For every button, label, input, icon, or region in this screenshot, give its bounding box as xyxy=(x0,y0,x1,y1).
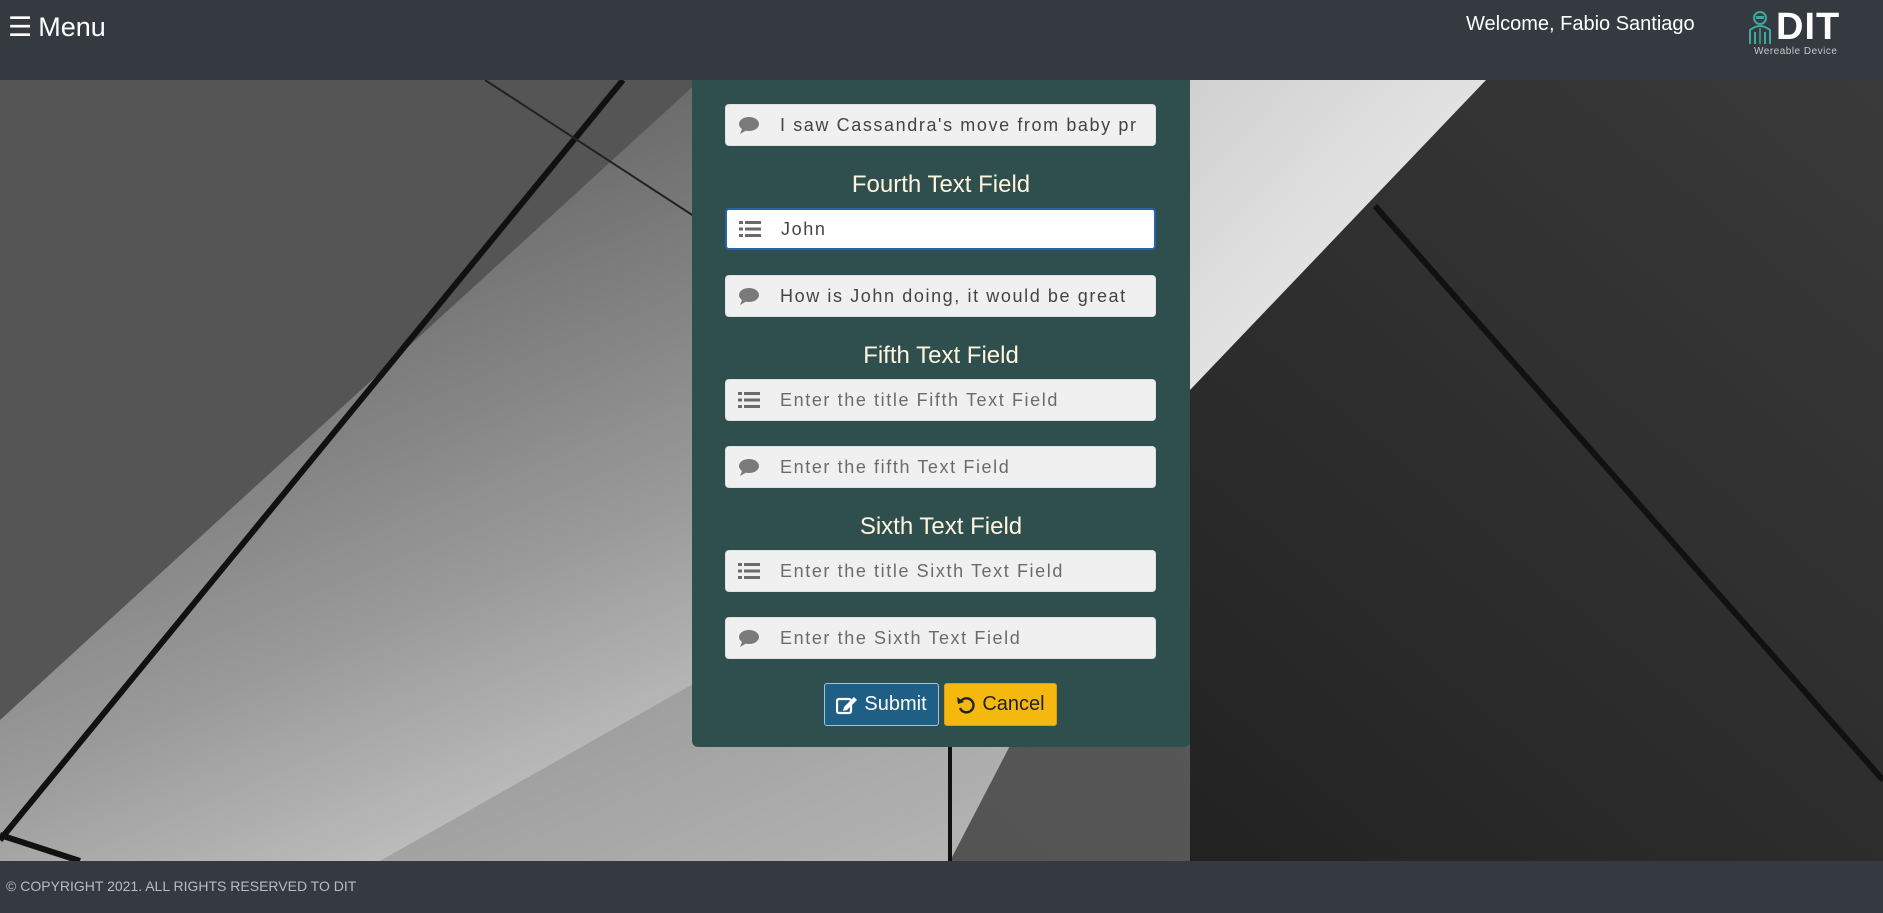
submit-label: Submit xyxy=(864,693,927,715)
cancel-label: Cancel xyxy=(982,693,1045,715)
cancel-button[interactable]: Cancel xyxy=(944,683,1057,726)
list-icon xyxy=(726,380,772,420)
fourth-message-input[interactable] xyxy=(772,276,1155,316)
sixth-title-input[interactable] xyxy=(772,551,1155,591)
menu-toggle-button[interactable]: ☰ Menu xyxy=(8,12,106,43)
hamburger-icon: ☰ xyxy=(8,12,33,42)
list-icon xyxy=(727,210,773,248)
fourth-title-field[interactable] xyxy=(725,208,1156,250)
fifth-message-field[interactable] xyxy=(725,446,1156,488)
fourth-section-title: Fourth Text Field xyxy=(851,171,1031,198)
fifth-message-input[interactable] xyxy=(772,447,1155,487)
logo-text: DIT xyxy=(1776,6,1841,48)
welcome-message: Welcome, Fabio Santiago xyxy=(1466,13,1695,35)
third-message-input[interactable] xyxy=(772,105,1155,145)
edit-icon xyxy=(836,696,858,714)
menu-label: Menu xyxy=(38,12,106,42)
sixth-message-input[interactable] xyxy=(772,618,1155,658)
list-icon xyxy=(726,551,772,591)
comment-icon xyxy=(726,618,772,658)
copyright-text: © COPYRIGHT 2021. ALL RIGHTS RESERVED TO… xyxy=(6,878,357,894)
fifth-title-input[interactable] xyxy=(772,380,1155,420)
top-navbar: ☰ Menu Welcome, Fabio Santiago DIT Werea… xyxy=(0,0,1883,80)
fourth-message-field[interactable] xyxy=(725,275,1156,317)
sixth-section-title: Sixth Text Field xyxy=(859,513,1023,540)
comment-icon xyxy=(726,105,772,145)
footer: © COPYRIGHT 2021. ALL RIGHTS RESERVED TO… xyxy=(0,861,1883,913)
third-message-field[interactable] xyxy=(725,104,1156,146)
brand-logo[interactable]: DIT Wereable Device xyxy=(1746,6,1856,60)
fourth-title-input[interactable] xyxy=(773,210,1154,248)
fifth-title-field[interactable] xyxy=(725,379,1156,421)
sixth-message-field[interactable] xyxy=(725,617,1156,659)
submit-button[interactable]: Submit xyxy=(824,683,939,726)
sixth-title-field[interactable] xyxy=(725,550,1156,592)
comment-icon xyxy=(726,447,772,487)
comment-icon xyxy=(726,276,772,316)
text-fields-form: Fourth Text Field Fifth Text Field Sixth… xyxy=(692,80,1190,747)
fifth-section-title: Fifth Text Field xyxy=(863,342,1019,369)
logo-subtitle: Wereable Device xyxy=(1754,46,1838,57)
wearable-person-icon xyxy=(1749,11,1771,44)
undo-icon xyxy=(957,696,976,714)
